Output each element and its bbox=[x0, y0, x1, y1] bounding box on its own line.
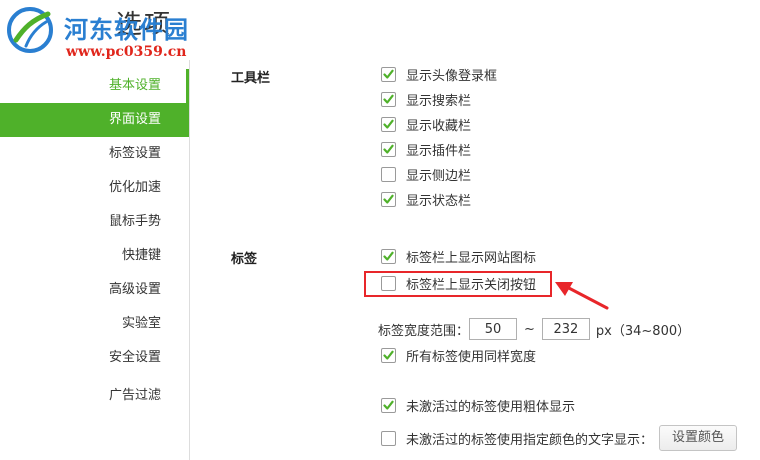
option-show-search-bar[interactable]: 显示搜索栏 bbox=[381, 89, 471, 109]
option-label: 所有标签使用同样宽度 bbox=[406, 349, 537, 365]
sidebar-item-shortcuts[interactable]: 快捷键 bbox=[0, 239, 189, 273]
sidebar-item-interface-settings[interactable]: 界面设置 bbox=[0, 103, 189, 137]
sidebar-item-label: 界面设置 bbox=[109, 112, 162, 127]
checkmark-icon bbox=[383, 350, 394, 360]
sidebar-item-lab[interactable]: 实验室 bbox=[0, 307, 189, 341]
range-separator: ~ bbox=[524, 321, 535, 337]
tab-width-label: 标签宽度范围： bbox=[378, 323, 470, 339]
checkbox[interactable] bbox=[381, 166, 396, 182]
option-label: 未激活过的标签使用粗体显示 bbox=[406, 399, 576, 415]
option-label: 未激活过的标签使用指定颜色的文字显示： bbox=[406, 432, 654, 448]
checkmark-icon bbox=[383, 94, 394, 104]
option-show-site-icon[interactable]: 标签栏上显示网站图标 bbox=[381, 246, 536, 266]
option-label: 显示插件栏 bbox=[406, 143, 472, 159]
annotation-highlight-box bbox=[364, 271, 552, 297]
sidebar-item-label: 高级设置 bbox=[109, 282, 162, 297]
sidebar-item-basic-settings[interactable]: 基本设置 bbox=[0, 69, 189, 103]
sidebar-item-label: 优化加速 bbox=[109, 180, 162, 195]
sidebar-item-advanced-settings[interactable]: 高级设置 bbox=[0, 273, 189, 307]
checkbox[interactable] bbox=[381, 430, 396, 446]
option-show-favorites-bar[interactable]: 显示收藏栏 bbox=[381, 114, 471, 134]
checkbox[interactable] bbox=[381, 66, 396, 82]
option-show-sidebar[interactable]: 显示侧边栏 bbox=[381, 164, 471, 184]
checkbox[interactable] bbox=[381, 91, 396, 107]
sidebar-item-mouse-gestures[interactable]: 鼠标手势 bbox=[0, 205, 189, 239]
option-color-inactive-tabs[interactable]: 未激活过的标签使用指定颜色的文字显示： 设置颜色 bbox=[381, 424, 738, 452]
watermark-logo-icon bbox=[7, 7, 53, 53]
checkbox[interactable] bbox=[381, 191, 396, 207]
window-header: 选项 河东软件园 www.pc0359.cn bbox=[0, 0, 760, 60]
toolbar-section-title: 工具栏 bbox=[231, 71, 271, 86]
checkmark-icon bbox=[383, 400, 394, 410]
checkbox[interactable] bbox=[381, 347, 396, 363]
option-label: 标签栏上显示网站图标 bbox=[406, 250, 537, 266]
settings-content: 工具栏 显示头像登录框 显示搜索栏 显示收藏栏 显示插件栏 显示侧边栏 显示状态… bbox=[191, 60, 760, 460]
sidebar-item-optimize[interactable]: 优化加速 bbox=[0, 171, 189, 205]
checkmark-icon bbox=[383, 69, 394, 79]
option-label: 显示状态栏 bbox=[406, 193, 472, 209]
sidebar-item-label: 广告过滤 bbox=[109, 388, 162, 403]
checkbox[interactable] bbox=[381, 116, 396, 132]
tab-width-max-input[interactable] bbox=[541, 318, 590, 340]
sidebar-item-security-settings[interactable]: 安全设置 bbox=[0, 341, 189, 375]
set-color-button[interactable]: 设置颜色 bbox=[659, 425, 738, 451]
sidebar-item-label: 鼠标手势 bbox=[109, 214, 162, 229]
option-label: 显示搜索栏 bbox=[406, 93, 472, 109]
checkbox[interactable] bbox=[381, 397, 396, 413]
watermark-url: www.pc0359.cn bbox=[66, 44, 187, 60]
sidebar-item-label: 基本设置 bbox=[109, 78, 162, 93]
checkmark-icon bbox=[383, 119, 394, 129]
checkbox[interactable] bbox=[381, 141, 396, 157]
checkmark-icon bbox=[383, 251, 394, 261]
checkbox[interactable] bbox=[381, 248, 396, 264]
sidebar-item-label: 快捷键 bbox=[122, 248, 162, 263]
option-bold-inactive-tabs[interactable]: 未激活过的标签使用粗体显示 bbox=[381, 395, 575, 415]
checkmark-icon bbox=[383, 194, 394, 204]
tab-section-title: 标签 bbox=[231, 252, 258, 267]
option-show-avatar-login[interactable]: 显示头像登录框 bbox=[381, 64, 497, 84]
tab-width-min-input[interactable] bbox=[469, 318, 518, 340]
sidebar-item-label: 标签设置 bbox=[109, 146, 162, 161]
watermark-name: 河东软件园 bbox=[64, 15, 189, 44]
sidebar-selection-accent bbox=[186, 69, 189, 103]
option-label: 显示收藏栏 bbox=[406, 118, 472, 134]
annotation-arrow-icon bbox=[555, 282, 609, 310]
checkmark-icon bbox=[383, 144, 394, 154]
sidebar-item-label: 实验室 bbox=[122, 316, 162, 331]
option-same-width-tabs[interactable]: 所有标签使用同样宽度 bbox=[381, 345, 536, 365]
option-show-status-bar[interactable]: 显示状态栏 bbox=[381, 189, 471, 209]
option-show-plugin-bar[interactable]: 显示插件栏 bbox=[381, 139, 471, 159]
sidebar: 基本设置 界面设置 标签设置 优化加速 鼠标手势 快捷键 高级设置 实验室 安全… bbox=[0, 60, 190, 460]
tab-width-range-row: 标签宽度范围： ~ px（34~800） bbox=[378, 317, 690, 341]
sidebar-item-label: 安全设置 bbox=[109, 350, 162, 365]
tab-width-unit: px（34~800） bbox=[595, 323, 691, 339]
sidebar-item-ad-filter[interactable]: 广告过滤 bbox=[0, 379, 189, 413]
sidebar-item-tab-settings[interactable]: 标签设置 bbox=[0, 137, 189, 171]
option-label: 显示头像登录框 bbox=[406, 68, 498, 84]
option-label: 显示侧边栏 bbox=[406, 168, 472, 184]
